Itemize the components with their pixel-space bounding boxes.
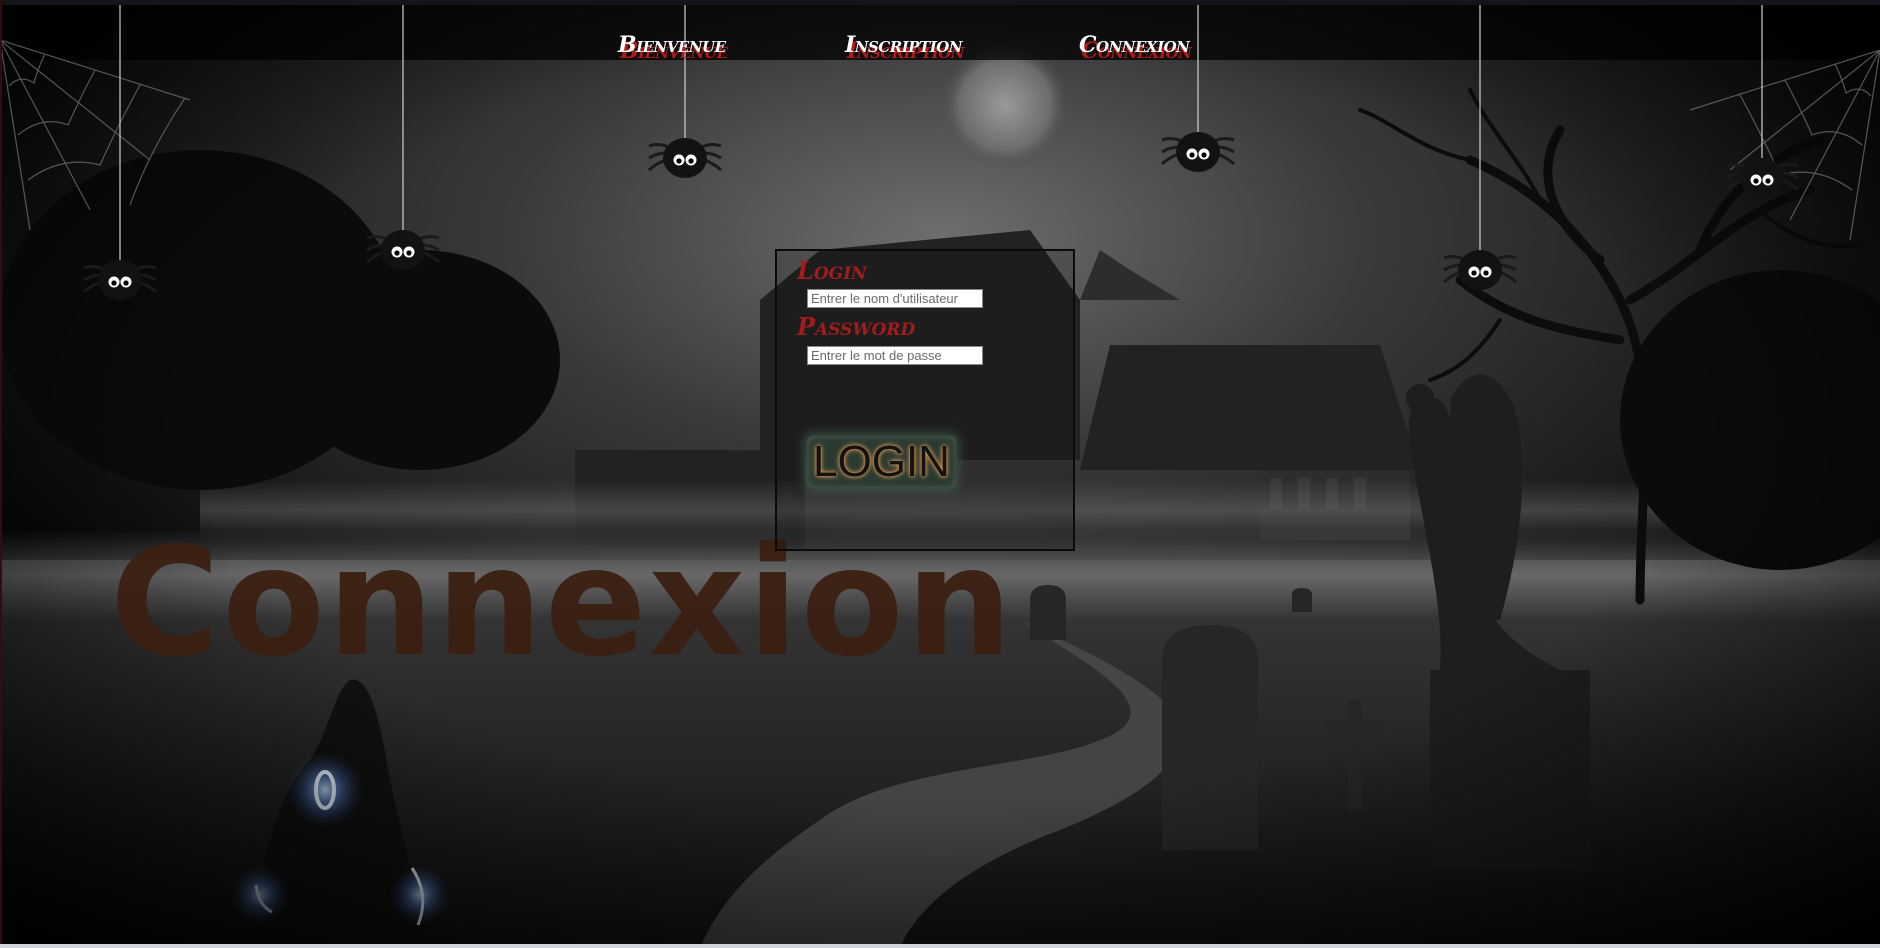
nav-link-inscription[interactable]: Inscription bbox=[845, 32, 963, 58]
page: Bienvenue Inscription Connexion Connexio… bbox=[0, 0, 1880, 948]
spider-icon bbox=[1161, 5, 1235, 172]
login-button[interactable]: LOGIN bbox=[807, 436, 956, 488]
top-bar bbox=[0, 0, 1880, 5]
password-label: Password bbox=[797, 312, 916, 341]
spider-icon bbox=[1443, 5, 1517, 290]
spider-icon bbox=[1725, 5, 1799, 198]
bottom-strip bbox=[0, 944, 1880, 948]
spider-icon bbox=[648, 5, 722, 178]
nav-link-bienvenue[interactable]: Bienvenue bbox=[618, 32, 726, 58]
nav-link-connexion[interactable]: Connexion bbox=[1079, 32, 1190, 58]
spider-icon bbox=[366, 5, 440, 270]
password-input[interactable] bbox=[807, 346, 983, 365]
login-label: Login bbox=[797, 256, 867, 285]
username-input[interactable] bbox=[807, 289, 983, 308]
left-edge bbox=[0, 0, 2, 948]
spider-icon bbox=[83, 5, 157, 300]
login-form: Login Password LOGIN bbox=[775, 249, 1075, 551]
